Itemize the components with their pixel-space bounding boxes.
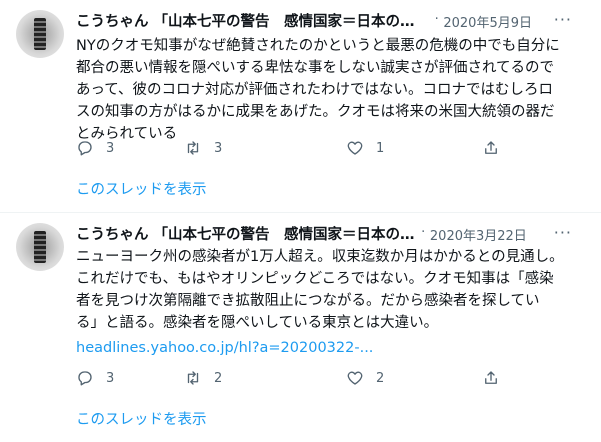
like-count: 1 [376, 140, 385, 156]
reply-button[interactable]: 3 [76, 369, 114, 387]
reply-count: 3 [106, 370, 115, 386]
more-options-icon[interactable]: ··· [554, 10, 572, 29]
avatar[interactable] [16, 223, 64, 271]
author-name[interactable]: こうちゃん 「山本七平の警告 感情国家＝日本の没… [76, 10, 428, 31]
reply-icon [78, 371, 92, 386]
heart-icon [347, 141, 363, 155]
share-button[interactable] [482, 369, 500, 387]
tweet-date[interactable]: 2020年5月9日 [443, 12, 532, 31]
retweet-icon [187, 141, 199, 155]
like-count: 2 [376, 370, 385, 386]
tweet-header: こうちゃん 「山本七平の警告 感情国家＝日本の… · 2020年3月22日 ··… [76, 223, 586, 245]
like-button[interactable]: 2 [346, 369, 384, 387]
tweet-link[interactable]: headlines.yahoo.co.jp/hl?a=20200322-... [76, 340, 373, 356]
tweet-date[interactable]: 2020年3月22日 [430, 225, 527, 244]
retweet-button[interactable]: 3 [184, 139, 222, 157]
tweet-text: ニューヨーク州の感染者が1万人超え。収束迄数か月はかかるとの見通し。 これだけで… [76, 249, 564, 331]
avatar[interactable] [16, 10, 64, 58]
tweet-actions: 3 3 1 [76, 139, 516, 161]
separator-dot: · [421, 225, 426, 240]
author-name[interactable]: こうちゃん 「山本七平の警告 感情国家＝日本の… [76, 223, 415, 244]
reply-button[interactable]: 3 [76, 139, 114, 157]
share-icon [485, 371, 497, 384]
tweet[interactable]: こうちゃん 「山本七平の警告 感情国家＝日本の… · 2020年3月22日 ··… [0, 213, 601, 442]
show-thread-link[interactable]: このスレッドを表示 [76, 178, 207, 199]
tweet[interactable]: こうちゃん 「山本七平の警告 感情国家＝日本の没… · 2020年5月9日 ··… [0, 0, 601, 213]
share-button[interactable] [482, 139, 500, 157]
tweet-header: こうちゃん 「山本七平の警告 感情国家＝日本の没… · 2020年5月9日 ··… [76, 10, 586, 32]
share-icon [485, 141, 497, 154]
reply-icon [78, 141, 92, 156]
retweet-button[interactable]: 2 [184, 369, 222, 387]
heart-icon [347, 371, 363, 385]
retweet-icon [187, 371, 199, 385]
retweet-count: 3 [214, 140, 223, 156]
more-options-icon[interactable]: ··· [554, 223, 572, 242]
like-button[interactable]: 1 [346, 139, 384, 157]
show-thread-link[interactable]: このスレッドを表示 [76, 408, 207, 429]
tweet-actions: 3 2 2 [76, 369, 516, 391]
tweet-text: NYのクオモ知事がなぜ絶賛されたのかというと最悪の危機の中でも自分に 都合の悪い… [76, 38, 560, 142]
retweet-count: 2 [214, 370, 223, 386]
separator-dot: · [434, 12, 439, 27]
reply-count: 3 [106, 140, 115, 156]
